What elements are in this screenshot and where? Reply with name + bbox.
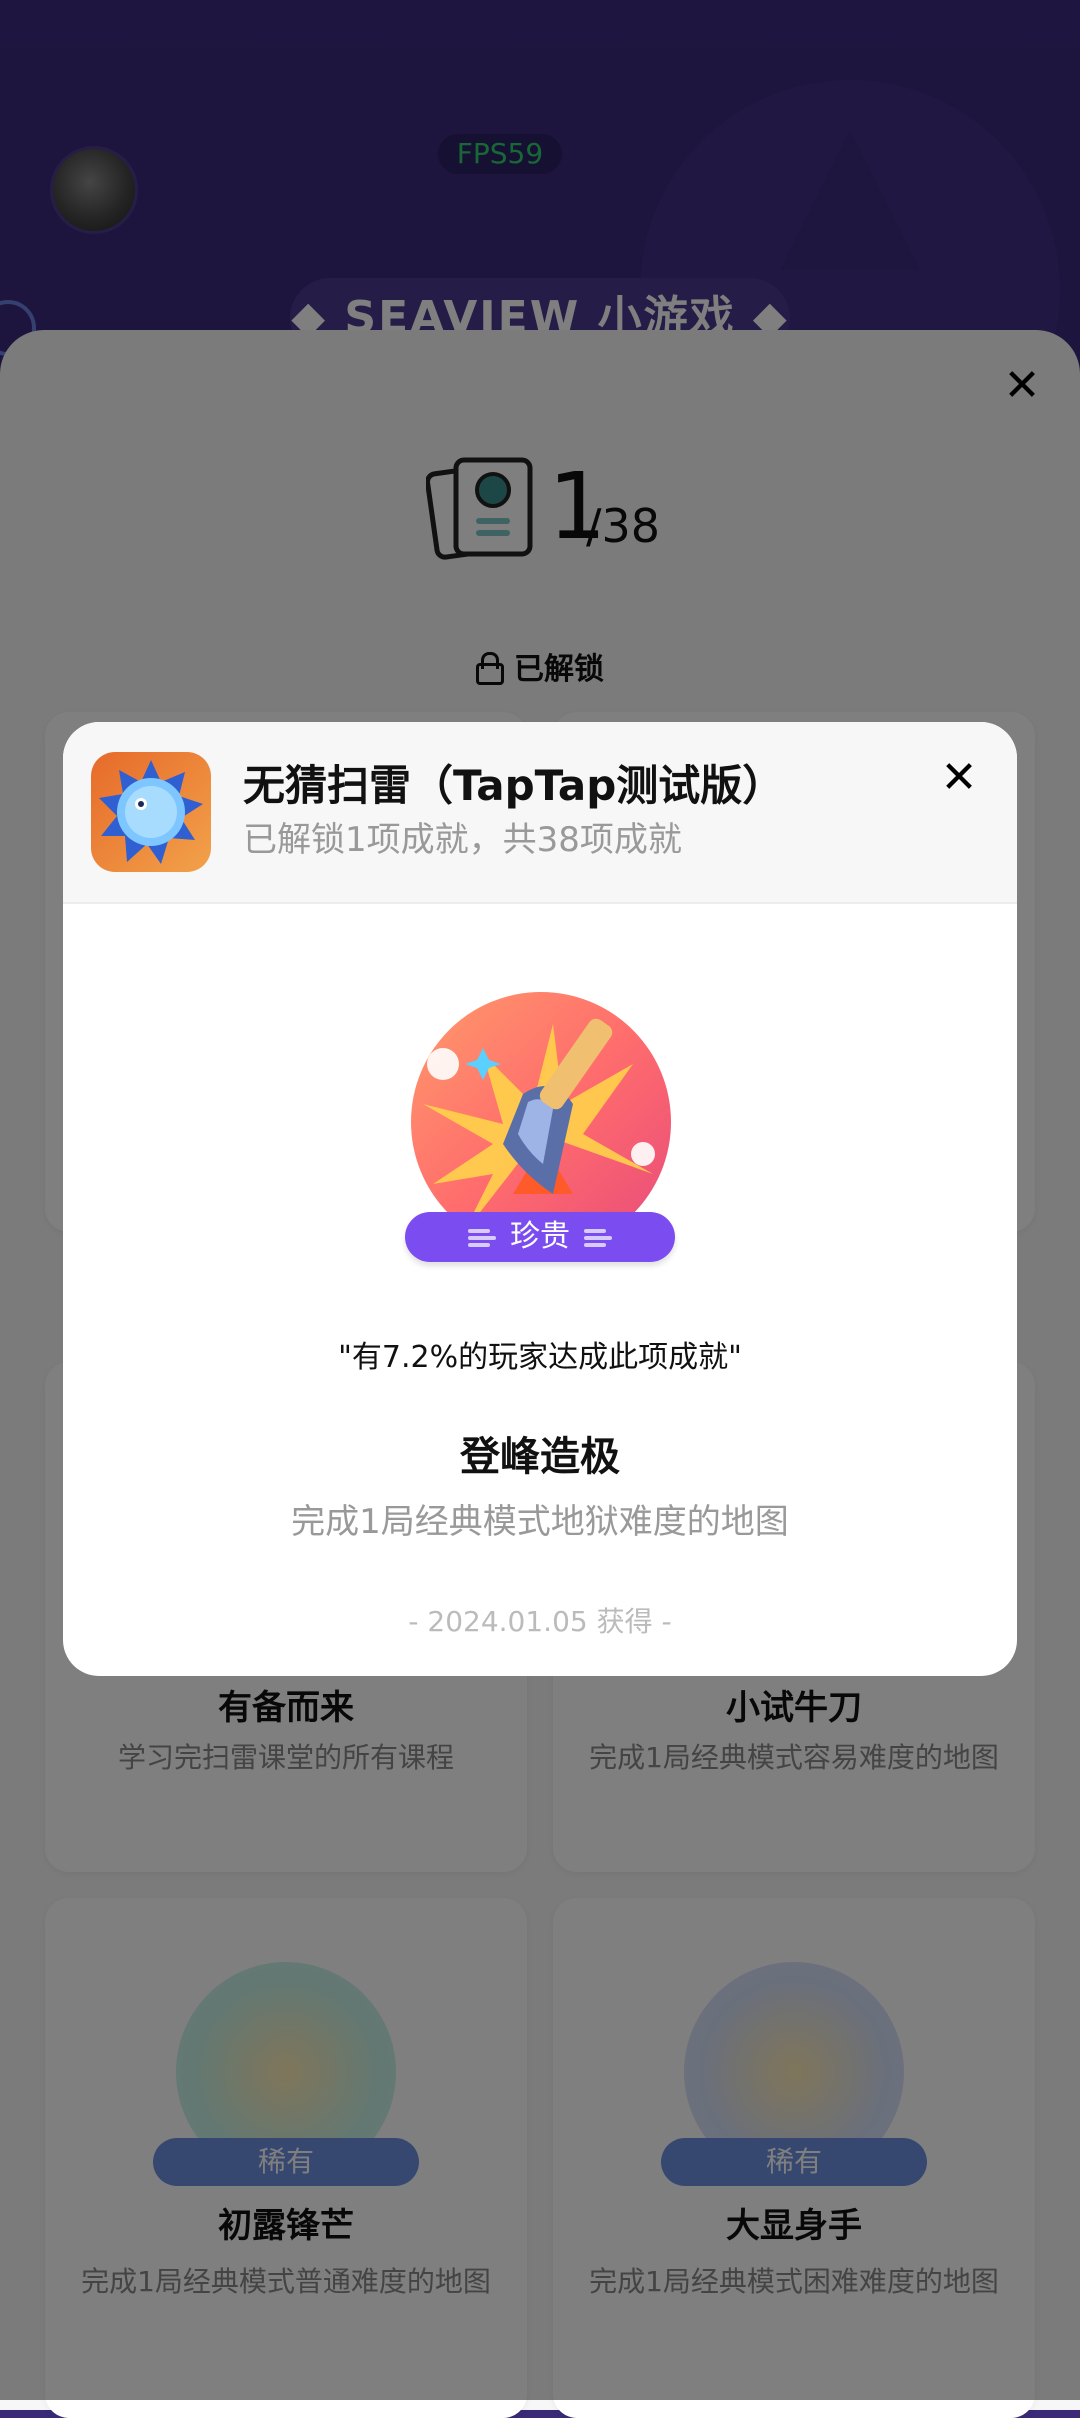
game-subtitle: 已解锁1项成就，共38项成就 — [243, 820, 682, 860]
achievement-modal: 无猜扫雷（TapTap测试版） 已解锁1项成就，共38项成就 ✕ 珍贵 "有7.… — [63, 722, 1017, 1676]
mine-icon — [91, 752, 211, 872]
game-title: 无猜扫雷（TapTap测试版） — [243, 761, 785, 810]
close-icon[interactable]: ✕ — [935, 754, 983, 802]
completion-percent: "有7.2%的玩家达成此项成就" — [338, 1340, 742, 1375]
achievement-title: 登峰造极 — [460, 1434, 620, 1480]
achievement-description: 完成1局经典模式地狱难度的地图 — [291, 1502, 789, 1542]
rarity-badge: 珍贵 — [405, 1212, 675, 1262]
rarity-bars-icon — [468, 1226, 496, 1250]
modal-header: 无猜扫雷（TapTap测试版） 已解锁1项成就，共38项成就 ✕ — [63, 722, 1017, 904]
rarity-label: 珍贵 — [510, 1219, 570, 1254]
rarity-bars-icon — [584, 1226, 612, 1250]
achievement-date: - 2024.01.05 获得 - — [408, 1605, 672, 1638]
